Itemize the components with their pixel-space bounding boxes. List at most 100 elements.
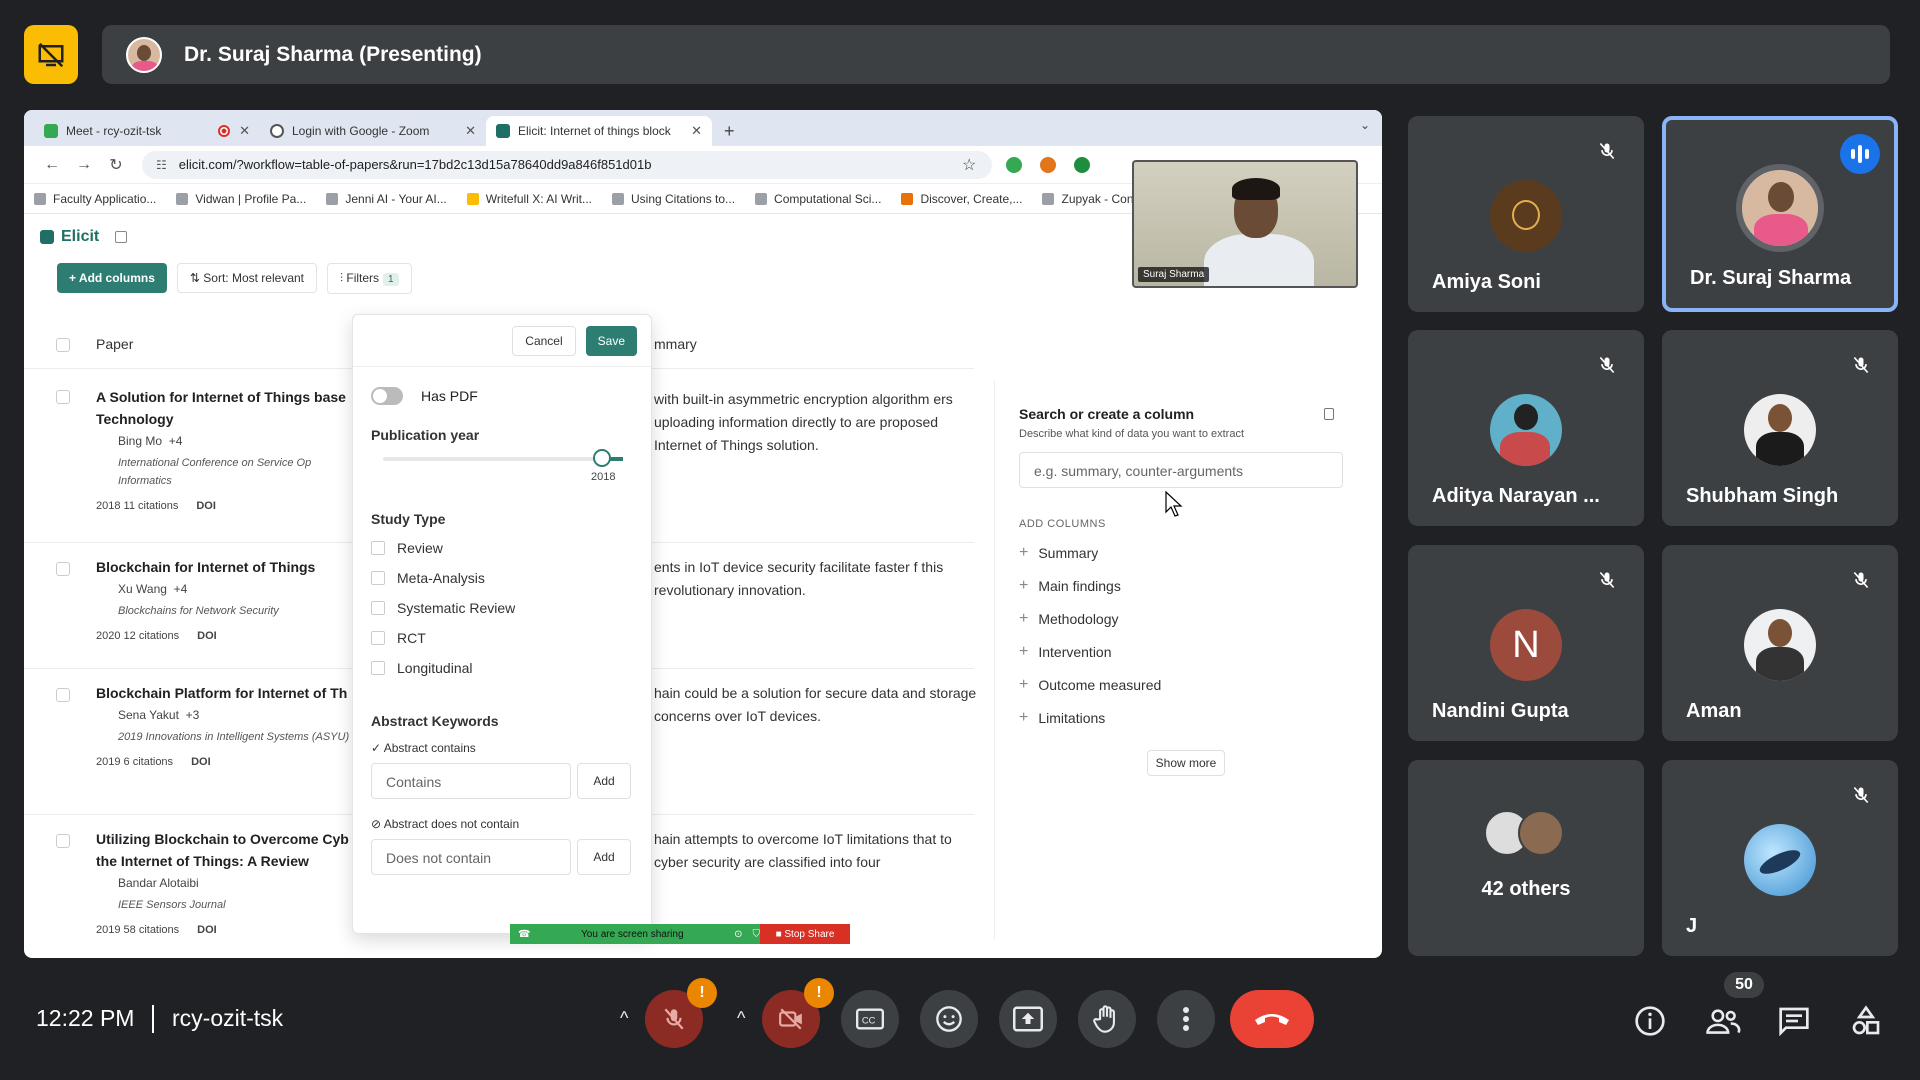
show-more-button[interactable]: Show more: [1147, 750, 1225, 776]
cancel-button[interactable]: Cancel: [512, 325, 576, 356]
study-type-systematic-review[interactable]: Systematic Review: [371, 593, 651, 623]
more-options-button[interactable]: [1157, 990, 1215, 1048]
close-tab-icon[interactable]: ✕: [691, 123, 702, 139]
study-type-meta-analysis[interactable]: Meta-Analysis: [371, 563, 651, 593]
stop-share-button[interactable]: ■ Stop Share: [760, 924, 850, 944]
doi-link[interactable]: DOI: [197, 924, 217, 936]
add-contains-button[interactable]: Add: [577, 763, 631, 799]
participant-tile[interactable]: Shubham Singh: [1662, 330, 1898, 526]
paper-title[interactable]: Blockchain for Internet of Things: [96, 556, 356, 578]
bookmark-item[interactable]: Discover, Create,...: [901, 192, 1022, 206]
participant-tile-speaking[interactable]: Dr. Suraj Sharma: [1662, 116, 1898, 312]
participant-tile[interactable]: Aditya Narayan ...: [1408, 330, 1644, 526]
doi-link[interactable]: DOI: [197, 630, 217, 642]
paper-authors: Xu Wang +4: [118, 582, 188, 596]
reload-icon[interactable]: ↻: [100, 155, 132, 175]
study-type-longitudinal[interactable]: Longitudinal: [371, 653, 651, 683]
row-checkbox[interactable]: [56, 562, 70, 576]
present-button[interactable]: [999, 990, 1057, 1048]
bookmark-item[interactable]: Faculty Applicatio...: [34, 192, 156, 206]
tab-elicit[interactable]: Elicit: Internet of things block ✕: [486, 116, 712, 146]
table-row[interactable]: Blockchain for Internet of Things Xu Wan…: [96, 556, 356, 642]
checkbox[interactable]: [371, 541, 385, 555]
extension-icon[interactable]: [1006, 156, 1023, 173]
meeting-details-icon[interactable]: [1634, 1005, 1666, 1037]
add-columns-button[interactable]: + Add columns: [57, 263, 167, 293]
checkbox[interactable]: [371, 661, 385, 675]
add-column-summary[interactable]: + Summary: [1019, 536, 1364, 569]
slider-handle[interactable]: [593, 449, 611, 467]
bookmark-star-icon[interactable]: ☆: [962, 155, 976, 175]
table-row[interactable]: Utilizing Blockchain to Overcome Cyb the…: [96, 828, 356, 936]
select-all-checkbox[interactable]: [56, 338, 70, 352]
add-column-intervention[interactable]: + Intervention: [1019, 635, 1364, 668]
add-not-contain-button[interactable]: Add: [577, 839, 631, 875]
bookmark-item[interactable]: Using Citations to...: [612, 192, 735, 206]
bookmark-item[interactable]: Vidwan | Profile Pa...: [176, 192, 306, 206]
forward-icon[interactable]: →: [68, 156, 100, 174]
checkbox[interactable]: [371, 601, 385, 615]
study-type-review[interactable]: Review: [371, 533, 651, 563]
doi-link[interactable]: DOI: [191, 756, 211, 768]
bookmark-item[interactable]: Jenni AI - Your AI...: [326, 192, 447, 206]
contains-input[interactable]: Contains: [371, 763, 571, 799]
checkbox[interactable]: [371, 631, 385, 645]
table-row[interactable]: A Solution for Internet of Things base T…: [96, 386, 356, 512]
close-tab-icon[interactable]: ✕: [239, 123, 250, 139]
filters-button[interactable]: ⫶ Filters 1: [327, 262, 412, 294]
table-row[interactable]: Blockchain Platform for Internet of Th S…: [96, 682, 356, 768]
study-type-rct[interactable]: RCT: [371, 623, 651, 653]
participant-tile-others[interactable]: 42 others: [1408, 760, 1644, 956]
extension-icon[interactable]: [1040, 156, 1057, 173]
add-column-limitations[interactable]: + Limitations: [1019, 701, 1364, 734]
doi-link[interactable]: DOI: [196, 500, 216, 512]
column-search-input[interactable]: e.g. summary, counter-arguments: [1019, 452, 1343, 488]
not-contain-input[interactable]: Does not contain: [371, 839, 571, 875]
row-checkbox[interactable]: [56, 390, 70, 404]
pause-icon[interactable]: ⊙: [734, 929, 742, 940]
audio-options-chevron-icon[interactable]: ^: [620, 1008, 628, 1029]
stop-presenting-button[interactable]: [24, 25, 78, 84]
checkbox[interactable]: [371, 571, 385, 585]
leave-call-button[interactable]: [1230, 990, 1314, 1048]
bookmark-item[interactable]: Computational Sci...: [755, 192, 881, 206]
video-options-chevron-icon[interactable]: ^: [737, 1008, 745, 1029]
tab-zoom[interactable]: Login with Google - Zoom ✕: [260, 116, 486, 146]
extension-icon[interactable]: [1074, 156, 1091, 173]
site-settings-icon[interactable]: ☷: [156, 158, 167, 172]
elicit-logo[interactable]: Elicit: [40, 228, 99, 246]
activities-icon[interactable]: [1850, 1005, 1882, 1037]
tab-meet[interactable]: Meet - rcy-ozit-tsk ✕: [34, 116, 260, 146]
microphone-button[interactable]: !: [645, 978, 717, 1048]
close-tab-icon[interactable]: ✕: [465, 123, 476, 139]
participant-tile[interactable]: Aman: [1662, 545, 1898, 741]
paper-title[interactable]: Blockchain Platform for Internet of Th: [96, 682, 356, 704]
address-field[interactable]: ☷ elicit.com/?workflow=table-of-papers&ru…: [142, 150, 992, 179]
paper-title[interactable]: Utilizing Blockchain to Overcome Cyb the…: [96, 828, 356, 872]
sort-button[interactable]: ⇅ Sort: Most relevant: [176, 263, 318, 293]
camera-button[interactable]: !: [762, 978, 834, 1048]
participant-tile[interactable]: N Nandini Gupta: [1408, 545, 1644, 741]
people-icon[interactable]: [1705, 1005, 1741, 1037]
reactions-button[interactable]: [920, 990, 978, 1048]
publication-year-slider[interactable]: 2018: [383, 449, 623, 483]
back-icon[interactable]: ←: [36, 156, 68, 174]
sidebar-toggle-icon[interactable]: [115, 231, 128, 243]
bookmark-item[interactable]: Writefull X: AI Writ...: [466, 192, 592, 206]
captions-button[interactable]: CC: [841, 990, 899, 1048]
participant-tile[interactable]: Amiya Soni: [1408, 116, 1644, 312]
add-column-main-findings[interactable]: + Main findings: [1019, 569, 1364, 602]
participant-tile[interactable]: J: [1662, 760, 1898, 956]
panel-info-icon[interactable]: [1324, 408, 1334, 420]
raise-hand-button[interactable]: [1078, 990, 1136, 1048]
chevron-down-icon[interactable]: ⌄: [1360, 118, 1370, 132]
row-checkbox[interactable]: [56, 834, 70, 848]
chat-icon[interactable]: [1778, 1005, 1810, 1037]
add-column-methodology[interactable]: + Methodology: [1019, 602, 1364, 635]
paper-title[interactable]: A Solution for Internet of Things base T…: [96, 386, 356, 430]
save-button[interactable]: Save: [585, 325, 637, 356]
row-checkbox[interactable]: [56, 688, 70, 702]
has-pdf-toggle[interactable]: [371, 387, 403, 405]
new-tab-icon[interactable]: +: [712, 116, 747, 146]
add-column-outcome[interactable]: + Outcome measured: [1019, 668, 1364, 701]
